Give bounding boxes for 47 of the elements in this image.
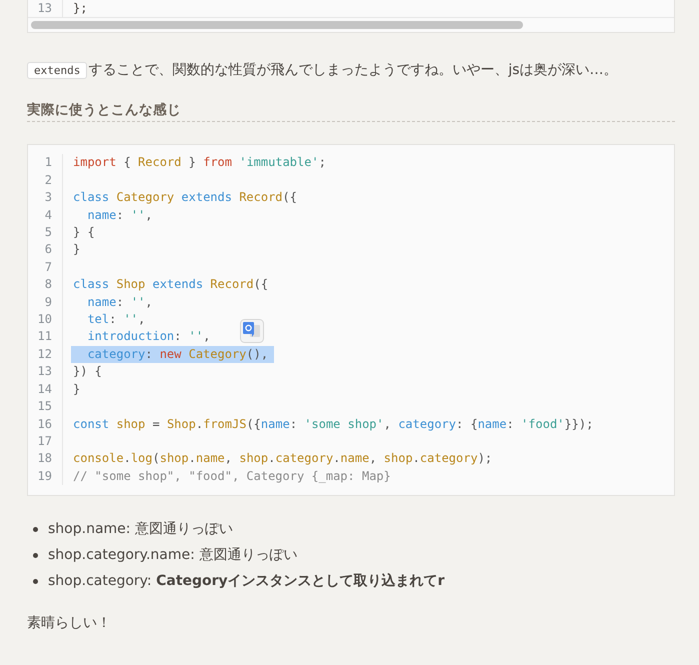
- bullet-icon: [33, 526, 38, 532]
- code-line: }: [72, 380, 80, 398]
- section-heading: 実際に使うとこんな感じ: [27, 101, 675, 122]
- code-line: } {: [72, 224, 95, 242]
- closing-text: 素晴らしい！: [27, 614, 112, 632]
- line-number: 13: [28, 0, 63, 18]
- line-number: 6: [28, 241, 63, 259]
- line-number: 1: [28, 154, 63, 172]
- code-line: };: [72, 0, 88, 17]
- code-line: }) {: [72, 363, 102, 380]
- code-line: console.log(shop.name, shop.category.name, shop.category);: [72, 450, 492, 468]
- list-item-text: shop.name: 意図通りっぽい: [48, 520, 233, 538]
- code-line: import { Record } from 'immutable';: [72, 154, 326, 172]
- line-number: 2: [28, 172, 63, 190]
- line-number: 4: [28, 206, 63, 224]
- code-line: const shop = Shop.fromJS({name: 'some shop', category: {name: 'food'}});: [72, 416, 594, 433]
- code-line: }: [72, 241, 80, 258]
- code-line: class Shop extends Record({: [72, 276, 268, 294]
- line-number: 3: [28, 189, 63, 207]
- translate-icon[interactable]: [240, 319, 264, 344]
- code-line: tel: '',: [86, 311, 146, 328]
- line-number: 7: [28, 258, 63, 276]
- code-line: name: '',: [86, 206, 152, 224]
- line-number: 10: [28, 311, 63, 328]
- code-line: name: '',: [86, 294, 152, 311]
- line-number: 18: [28, 450, 63, 468]
- code-line: class Category extends Record({: [72, 189, 297, 206]
- bullet-icon: [33, 552, 38, 558]
- line-number: 15: [28, 398, 63, 416]
- line-number: 12: [28, 346, 63, 364]
- line-number: 14: [28, 380, 63, 398]
- list-item-text: shop.category.name: 意図通りっぽい: [48, 546, 298, 564]
- code-line: introduction: '',: [86, 328, 210, 346]
- line-number: 8: [28, 276, 63, 294]
- bullet-icon: [33, 578, 38, 584]
- line-number: 5: [28, 224, 63, 242]
- line-number: 9: [28, 294, 63, 312]
- line-number: 19: [28, 468, 63, 486]
- line-number: 16: [28, 416, 63, 433]
- line-number: 17: [28, 432, 63, 450]
- line-number: 13: [28, 363, 63, 381]
- paragraph-text: することで、関数的な性質が飛んでしまったようですね。いやー、jsは奥が深い…。: [88, 61, 618, 80]
- code-line: // "some shop", "food", Category {_map: Map}: [72, 468, 391, 485]
- inline-code: extends: [27, 62, 88, 79]
- line-number: 11: [28, 328, 63, 346]
- scrollbar-thumb[interactable]: [31, 21, 523, 30]
- list-item-text: shop.category: Categoryインスタンスとして取り込まれてr: [48, 572, 445, 590]
